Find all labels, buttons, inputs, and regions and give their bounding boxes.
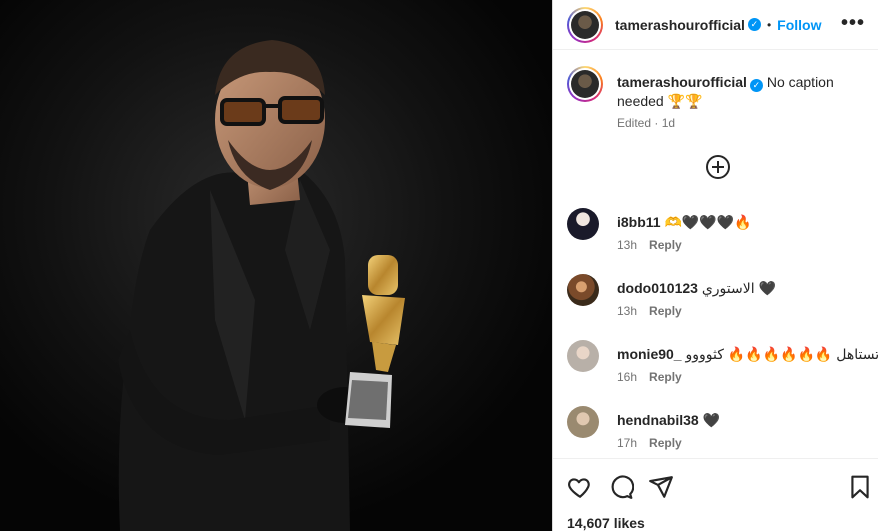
post-image	[0, 0, 552, 531]
verified-badge-icon: ✓	[747, 18, 761, 31]
comment-line: monie90_ تستاهل 🔥🔥🔥🔥🔥🔥 كثوووو	[617, 346, 878, 363]
comment-meta: 16h Reply	[617, 370, 682, 384]
caption-text-line: tamerashourofficial ✓ No caption needed 🏆…	[617, 73, 857, 110]
likes-count[interactable]: 14,607 likes	[567, 515, 645, 531]
comment-meta: 13h Reply	[617, 238, 682, 252]
comment-line: i8bb11 🫶🖤🖤🖤🔥	[617, 214, 752, 231]
comment-item: i8bb11 🫶🖤🖤🖤🔥 13h Reply	[567, 208, 867, 258]
more-options-icon[interactable]: •••	[841, 13, 865, 33]
share-icon[interactable]	[648, 474, 674, 500]
post-photo[interactable]	[0, 0, 552, 531]
post-actions: 14,607 likes	[553, 458, 878, 531]
follow-button[interactable]: Follow	[777, 17, 821, 33]
comment-username[interactable]: i8bb11	[617, 214, 661, 230]
comment-line: hendnabil38 🖤	[617, 412, 720, 429]
author-avatar[interactable]	[567, 6, 603, 43]
comment-time: 16h	[617, 370, 638, 384]
comment-meta: 17h Reply	[617, 436, 682, 450]
comment-username[interactable]: dodo010123	[617, 280, 698, 296]
post-side-panel: tamerashourofficial ✓ • Follow ••• tamer…	[552, 0, 878, 531]
comment-avatar[interactable]	[567, 208, 599, 240]
comment-icon[interactable]	[608, 474, 635, 500]
post-header: tamerashourofficial ✓ • Follow •••	[553, 0, 878, 50]
comment-time: 13h	[617, 304, 638, 318]
reply-button[interactable]: Reply	[649, 304, 682, 318]
comment-item: hendnabil38 🖤 17h Reply	[567, 406, 867, 456]
comment-meta: 13h Reply	[617, 304, 682, 318]
comment-text: تستاهل 🔥🔥🔥🔥🔥🔥 كثوووو	[685, 346, 878, 362]
reply-button[interactable]: Reply	[649, 436, 682, 450]
comment-username[interactable]: monie90_	[617, 346, 682, 362]
add-comment-icon[interactable]	[706, 155, 730, 179]
comment-line: dodo010123 الاستوري 🖤	[617, 280, 776, 297]
comment-avatar[interactable]	[567, 340, 599, 372]
comment-avatar[interactable]	[567, 274, 599, 306]
heart-icon[interactable]	[567, 474, 593, 500]
comment-text: الاستوري 🖤	[701, 280, 776, 296]
caption-username[interactable]: tamerashourofficial	[617, 74, 747, 90]
comment-text: 🫶🖤🖤🖤🔥	[664, 214, 752, 230]
author-username[interactable]: tamerashourofficial	[615, 17, 745, 33]
reply-button[interactable]: Reply	[649, 238, 682, 252]
comment-text: 🖤	[702, 412, 721, 428]
comment-item: dodo010123 الاستوري 🖤 13h Reply	[567, 274, 867, 324]
separator-dot: •	[766, 17, 772, 32]
comment-time: 17h	[617, 436, 638, 450]
comment-time: 13h	[617, 238, 638, 252]
caption-edited: Edited · 1d	[617, 116, 676, 130]
comment-avatar[interactable]	[567, 406, 599, 438]
author-row: tamerashourofficial ✓ • Follow	[615, 17, 821, 33]
bookmark-icon[interactable]	[847, 474, 873, 500]
comment-item: monie90_ تستاهل 🔥🔥🔥🔥🔥🔥 كثوووو 16h Reply	[567, 340, 878, 390]
comment-username[interactable]: hendnabil38	[617, 412, 699, 428]
verified-badge-icon: ✓	[749, 79, 763, 92]
reply-button[interactable]: Reply	[649, 370, 682, 384]
caption-avatar[interactable]	[567, 66, 603, 102]
